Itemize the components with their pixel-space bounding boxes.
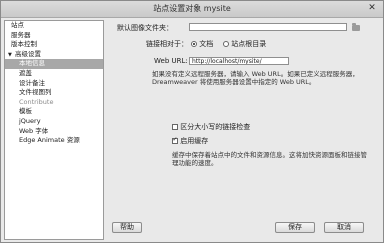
sidebar-item[interactable]: 本地信息 (5, 59, 103, 69)
folder-icon[interactable] (352, 23, 360, 31)
sidebar-item[interactable]: 服务器 (5, 31, 103, 41)
case-sensitive-checkbox[interactable] (172, 124, 178, 130)
local-info-panel: 默认图像文件夹： 链接相对于： 文档 站点根目录 Web URL: http:/… (107, 20, 382, 220)
category-sidebar: 站点 服务器 版本控制 ▼ 高级设置 本地信息 遮盖 设计备注 文件视图列 Contribute 模… (4, 20, 104, 240)
sidebar-item[interactable]: ▼ 高级设置 (5, 50, 103, 60)
sidebar-item[interactable]: 遮盖 (5, 69, 103, 79)
sidebar-item-label: 高级设置 (15, 49, 41, 58)
web-url-label: Web URL: (154, 57, 188, 65)
sidebar-item-label: 本地信息 (19, 59, 45, 68)
sidebar-item-label: Contribute (19, 97, 54, 106)
sidebar-item-label: jQuery (19, 116, 41, 125)
radio-document-label: 文档 (199, 40, 214, 48)
web-url-input[interactable]: http://localhost/mysite/ (189, 57, 289, 65)
enable-cache-checkbox[interactable] (172, 136, 178, 144)
sidebar-item[interactable]: 站点 (5, 21, 103, 31)
save-button[interactable]: 保存 (275, 222, 315, 233)
web-url-description: 如果没有定义远程服务器，请输入 Web URL。如果已定义远程服务器，Dream… (152, 70, 359, 86)
sidebar-item[interactable]: Web 字体 (5, 127, 103, 137)
window-title: 站点设置对象 mysite (153, 4, 231, 13)
title-bar: 站点设置对象 mysite ✕ (1, 1, 383, 18)
sidebar-item[interactable]: 模板 (5, 107, 103, 117)
sidebar-item-label: Web 字体 (19, 126, 49, 135)
radio-document-option[interactable]: 文档 (191, 39, 213, 49)
sidebar-item-label: 设计备注 (19, 78, 45, 87)
chevron-down-icon[interactable]: ▼ (8, 51, 15, 61)
default-images-input[interactable] (189, 23, 347, 31)
sidebar-item-label: 服务器 (11, 30, 31, 39)
enable-cache-label: 启用缓存 (180, 137, 209, 145)
case-sensitive-label: 区分大小写的链接检查 (180, 123, 251, 131)
close-icon[interactable]: ✕ (365, 3, 379, 14)
sidebar-item-label: Edge Animate 资源 (19, 136, 80, 145)
sidebar-item[interactable]: jQuery (5, 117, 103, 127)
case-sensitive-option[interactable]: 区分大小写的链接检查 (172, 122, 250, 132)
sidebar-item-label: 遮盖 (19, 68, 32, 77)
enable-cache-option[interactable]: 启用缓存 (172, 136, 208, 146)
radio-site-root-option[interactable]: 站点根目录 (223, 39, 266, 49)
default-images-label: 默认图像文件夹： (117, 24, 173, 32)
help-button[interactable]: 帮助 (112, 222, 142, 233)
sidebar-item[interactable]: Contribute (5, 98, 103, 108)
cache-description: 缓存中保存着站点中的文件和资源信息。这将加快资源面板和链接管理功能的速度。 (172, 151, 367, 167)
sidebar-item[interactable]: 设计备注 (5, 79, 103, 89)
cancel-button[interactable]: 取消 (324, 222, 364, 233)
sidebar-item-label: 文件视图列 (19, 88, 52, 97)
site-setup-dialog: 站点设置对象 mysite ✕ 站点 服务器 版本控制 ▼ 高级设置 本地信息 遮盖 设计备注… (0, 0, 384, 243)
sidebar-item-label: 模板 (19, 107, 32, 116)
radio-document[interactable] (191, 41, 197, 47)
sidebar-item-label: 版本控制 (11, 40, 37, 49)
sidebar-item[interactable]: Edge Animate 资源 (5, 136, 103, 146)
radio-site-root[interactable] (223, 41, 229, 47)
sidebar-item[interactable]: 版本控制 (5, 40, 103, 50)
sidebar-item-label: 站点 (11, 21, 24, 29)
radio-site-root-label: 站点根目录 (231, 40, 267, 48)
sidebar-item[interactable]: 文件视图列 (5, 88, 103, 98)
links-relative-label: 链接相对于： (146, 40, 188, 48)
